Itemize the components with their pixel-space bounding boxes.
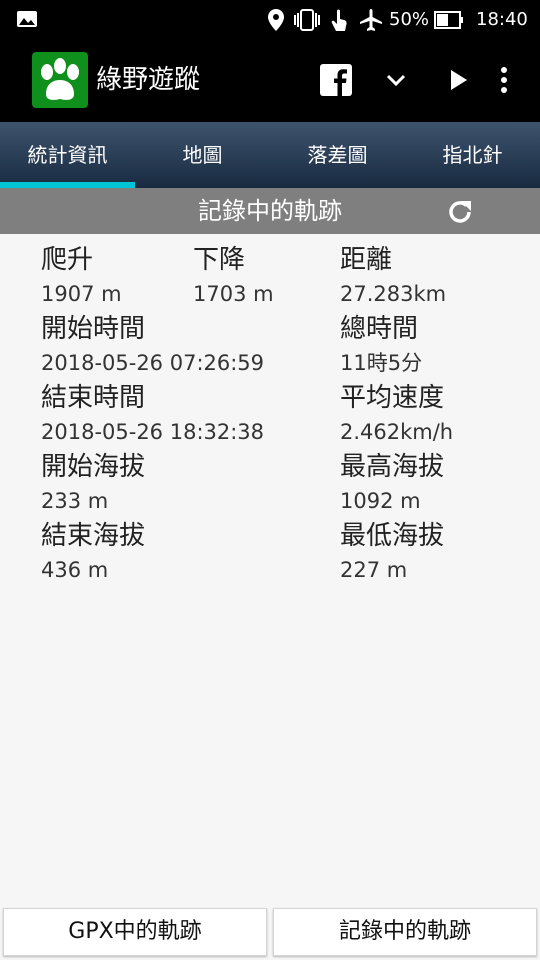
total-time-label: 總時間 [340,314,419,344]
vibrate-icon [294,9,320,31]
descent-label: 下降 [193,245,246,275]
status-bar: 50% 18:40 [0,0,540,40]
min-altitude-label: 最低海拔 [340,521,445,551]
end-time-label: 結束時間 [41,383,146,413]
distance-label: 距離 [340,245,393,275]
tab-statistics[interactable]: 統計資訊 [0,122,135,188]
tab-bar: 統計資訊 地圖 落差圖 指北針 [0,122,540,188]
start-time-value: 2018-05-26 07:26:59 [41,351,265,375]
end-time-value: 2018-05-26 18:32:38 [41,420,265,444]
paw-icon [41,58,79,100]
section-header: 記錄中的軌跡 [0,188,540,234]
gpx-track-button[interactable]: GPX中的軌跡 [3,908,267,956]
section-title: 記錄中的軌跡 [198,197,342,225]
end-altitude-value: 436 m [41,558,109,582]
touch-icon [331,9,347,31]
app-logo [32,52,88,108]
end-altitude-label: 結束海拔 [41,521,146,551]
battery-icon [434,11,463,29]
max-altitude-value: 1092 m [340,489,421,513]
recording-track-button[interactable]: 記錄中的軌跡 [273,908,537,956]
battery-percentage: 50% [389,9,430,30]
descent-value: 1703 m [193,282,274,306]
min-altitude-value: 227 m [340,558,408,582]
max-altitude-label: 最高海拔 [340,452,445,482]
total-time-value: 11時5分 [340,351,423,375]
play-icon[interactable] [440,62,476,98]
avg-speed-value: 2.462km/h [340,420,454,444]
facebook-icon[interactable] [318,62,354,98]
more-vert-icon[interactable] [486,62,522,98]
airplane-icon [360,9,382,31]
start-altitude-value: 233 m [41,489,109,513]
tab-elevation-chart[interactable]: 落差圖 [270,122,405,188]
ascent-value: 1907 m [41,282,122,306]
tab-compass[interactable]: 指北針 [405,122,540,188]
start-time-label: 開始時間 [41,314,146,344]
app-title: 綠野遊蹤 [96,65,201,95]
ascent-label: 爬升 [41,245,94,275]
location-icon [268,9,284,31]
start-altitude-label: 開始海拔 [41,452,146,482]
image-icon [17,11,37,27]
chevron-down-icon[interactable] [378,62,414,98]
tab-map[interactable]: 地圖 [135,122,270,188]
refresh-icon[interactable] [444,196,476,228]
clock: 18:40 [476,9,528,30]
distance-value: 27.283km [340,282,447,306]
app-bar: 綠野遊蹤 [0,40,540,122]
avg-speed-label: 平均速度 [340,383,445,413]
